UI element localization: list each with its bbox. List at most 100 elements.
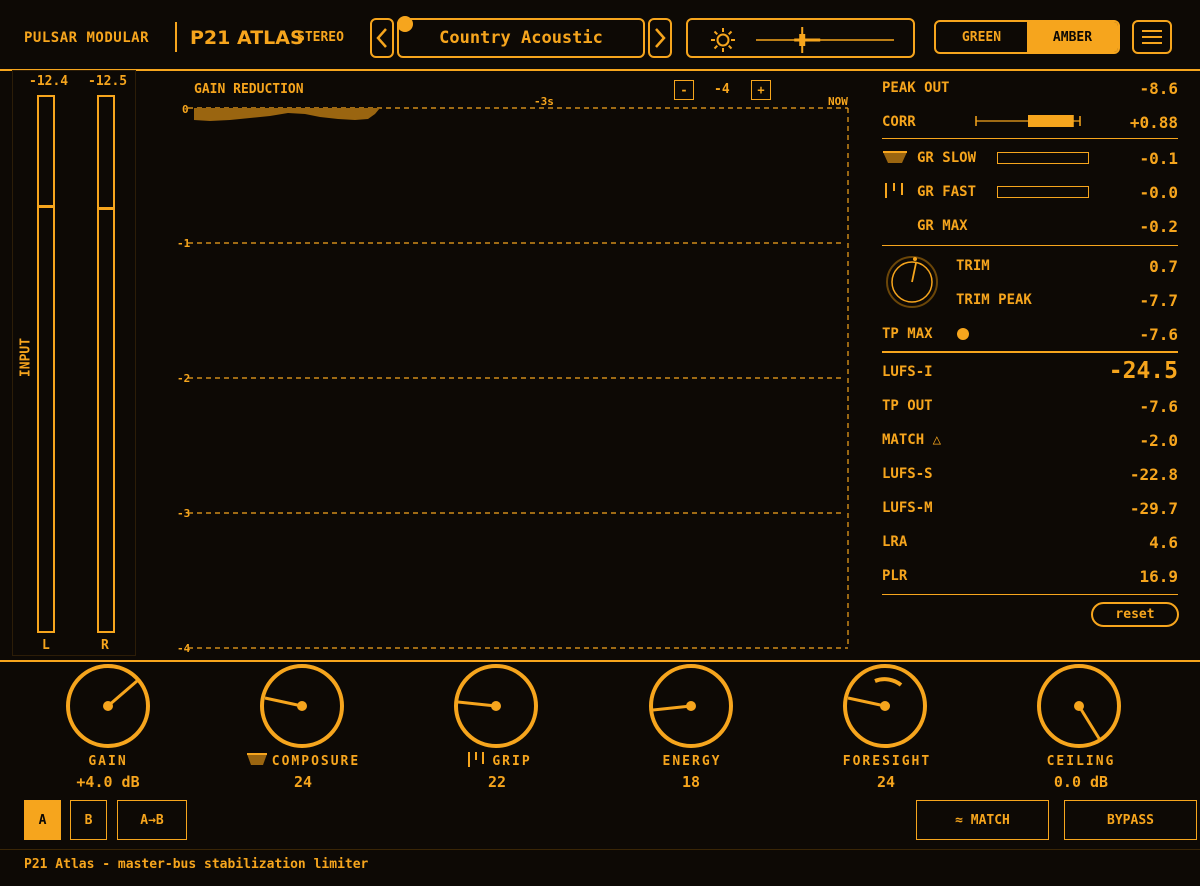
lufs-m-value: -29.7 (1129, 499, 1178, 518)
input-left-label: L (42, 638, 50, 653)
gr-fast-label: GR FAST (917, 184, 977, 200)
tp-out-value: -7.6 (1139, 397, 1178, 416)
next-preset-button[interactable] (648, 18, 672, 58)
preset-selector[interactable]: Country Acoustic (397, 18, 645, 58)
gr-max-value: -0.2 (1139, 217, 1178, 236)
brightness-slider-handle[interactable] (794, 27, 821, 53)
header-bar: PULSAR MODULAR P21 ATLAS STEREO Country … (0, 0, 1200, 72)
peak-out-label: PEAK OUT (882, 80, 950, 96)
composure-knob-value: 24 (293, 773, 313, 791)
header-divider (175, 22, 177, 52)
brightness-slider[interactable] (756, 24, 896, 56)
gr-slow-label: GR SLOW (917, 150, 977, 166)
gr-graph: 0 -1 -2 -3 -4 (177, 103, 849, 655)
composure-knob-label: COMPOSURE (271, 754, 361, 769)
channel-mode[interactable]: STEREO (297, 30, 344, 45)
gain-knob-label: GAIN (88, 754, 128, 769)
tp-max-value: -7.6 (1139, 325, 1178, 344)
bypass-button[interactable]: BYPASS (1064, 800, 1197, 840)
prev-preset-button[interactable] (370, 18, 394, 58)
lra-value: 4.6 (1149, 533, 1178, 552)
slot-a-button[interactable]: A (24, 800, 61, 840)
copy-a-to-b-button[interactable]: A→B (117, 800, 187, 840)
tp-max-label: TP MAX (882, 326, 933, 342)
brand-name: PULSAR MODULAR (24, 30, 150, 46)
lufs-i-label: LUFS-I (882, 364, 933, 380)
input-right-peak-mark (97, 207, 115, 210)
gr-ylabel-0: 0 (182, 103, 189, 116)
theme-green-button[interactable]: GREEN (936, 22, 1027, 52)
slot-b-button[interactable]: B (70, 800, 107, 840)
ceiling-knob-label: CEILING (1046, 754, 1116, 769)
readout-divider (882, 245, 1178, 246)
corr-label: CORR (882, 114, 916, 130)
match-button[interactable]: ≈ MATCH (916, 800, 1049, 840)
input-left-peak-mark (37, 205, 55, 208)
gr-ylabel-3: -3 (177, 507, 190, 520)
energy-knob-value: 18 (681, 773, 701, 791)
lufs-m-label: LUFS-M (882, 500, 933, 516)
gr-history-area (194, 108, 380, 121)
trim-peak-value: -7.7 (1139, 291, 1178, 310)
foresight-knob-label: FORESIGHT (842, 754, 932, 769)
correlation-fill (1028, 115, 1074, 127)
grip-knob-value: 22 (487, 773, 507, 791)
ceiling-knob-value: 0.0 dB (1053, 773, 1109, 791)
input-right-value: -12.5 (88, 74, 128, 89)
readout-divider (882, 351, 1178, 353)
match-value: -2.0 (1139, 431, 1178, 450)
zoom-in-button[interactable]: + (751, 80, 771, 100)
grip-knob[interactable] (454, 664, 538, 748)
lufs-s-label: LUFS-S (882, 466, 933, 482)
gr-max-label: GR MAX (917, 218, 968, 234)
trim-knob[interactable] (884, 254, 940, 310)
zoom-out-button[interactable]: - (674, 80, 694, 100)
trim-label: TRIM (956, 258, 990, 274)
trim-peak-label: TRIM PEAK (956, 292, 1032, 308)
gr-ylabel-2: -2 (177, 372, 190, 385)
foresight-knob-value: 24 (876, 773, 896, 791)
ceiling-knob[interactable] (1037, 664, 1121, 748)
preset-name: Country Acoustic (439, 28, 603, 48)
plr-label: PLR (882, 568, 908, 584)
lra-label: LRA (882, 534, 908, 550)
lufs-i-value: -24.5 (1108, 358, 1178, 384)
hamburger-icon (1142, 30, 1162, 32)
chevron-right-icon (655, 28, 666, 48)
zoom-value: -4 (714, 82, 730, 97)
footer-divider (0, 849, 1200, 850)
readout-divider (882, 138, 1178, 139)
gr-slow-value: -0.1 (1139, 149, 1178, 168)
gr-fast-bar (997, 186, 1089, 198)
composure-knob[interactable] (260, 664, 344, 748)
input-right-meter (97, 95, 115, 633)
readout-divider (882, 594, 1178, 595)
chevron-left-icon (376, 28, 387, 48)
theme-toggle: GREEN AMBER (934, 20, 1120, 54)
energy-knob-label: ENERGY (662, 754, 722, 769)
corr-value: +0.88 (1129, 113, 1178, 132)
menu-button[interactable] (1132, 20, 1172, 54)
foresight-knob[interactable] (843, 664, 927, 748)
fast-icon (885, 183, 903, 198)
gr-graph-title: GAIN REDUCTION (194, 82, 304, 97)
plr-value: 16.9 (1139, 567, 1178, 586)
trim-value: 0.7 (1149, 257, 1178, 276)
peak-out-value: -8.6 (1139, 79, 1178, 98)
grip-knob-label: GRIP (492, 754, 532, 769)
tp-out-label: TP OUT (882, 398, 933, 414)
lufs-s-value: -22.8 (1129, 465, 1178, 484)
correlation-meter (975, 115, 1081, 127)
input-label: INPUT (18, 337, 34, 378)
theme-amber-button[interactable]: AMBER (1027, 22, 1118, 52)
preset-modified-dot (397, 16, 413, 32)
gain-knob[interactable] (66, 664, 150, 748)
gain-knob-value: +4.0 dB (76, 773, 140, 791)
brightness-control (686, 18, 915, 58)
energy-knob[interactable] (649, 664, 733, 748)
input-left-meter (37, 95, 55, 633)
tp-max-indicator (957, 328, 969, 340)
match-label: MATCH △ (882, 432, 942, 448)
gr-slow-bar (997, 152, 1089, 164)
reset-button[interactable]: reset (1091, 602, 1179, 627)
